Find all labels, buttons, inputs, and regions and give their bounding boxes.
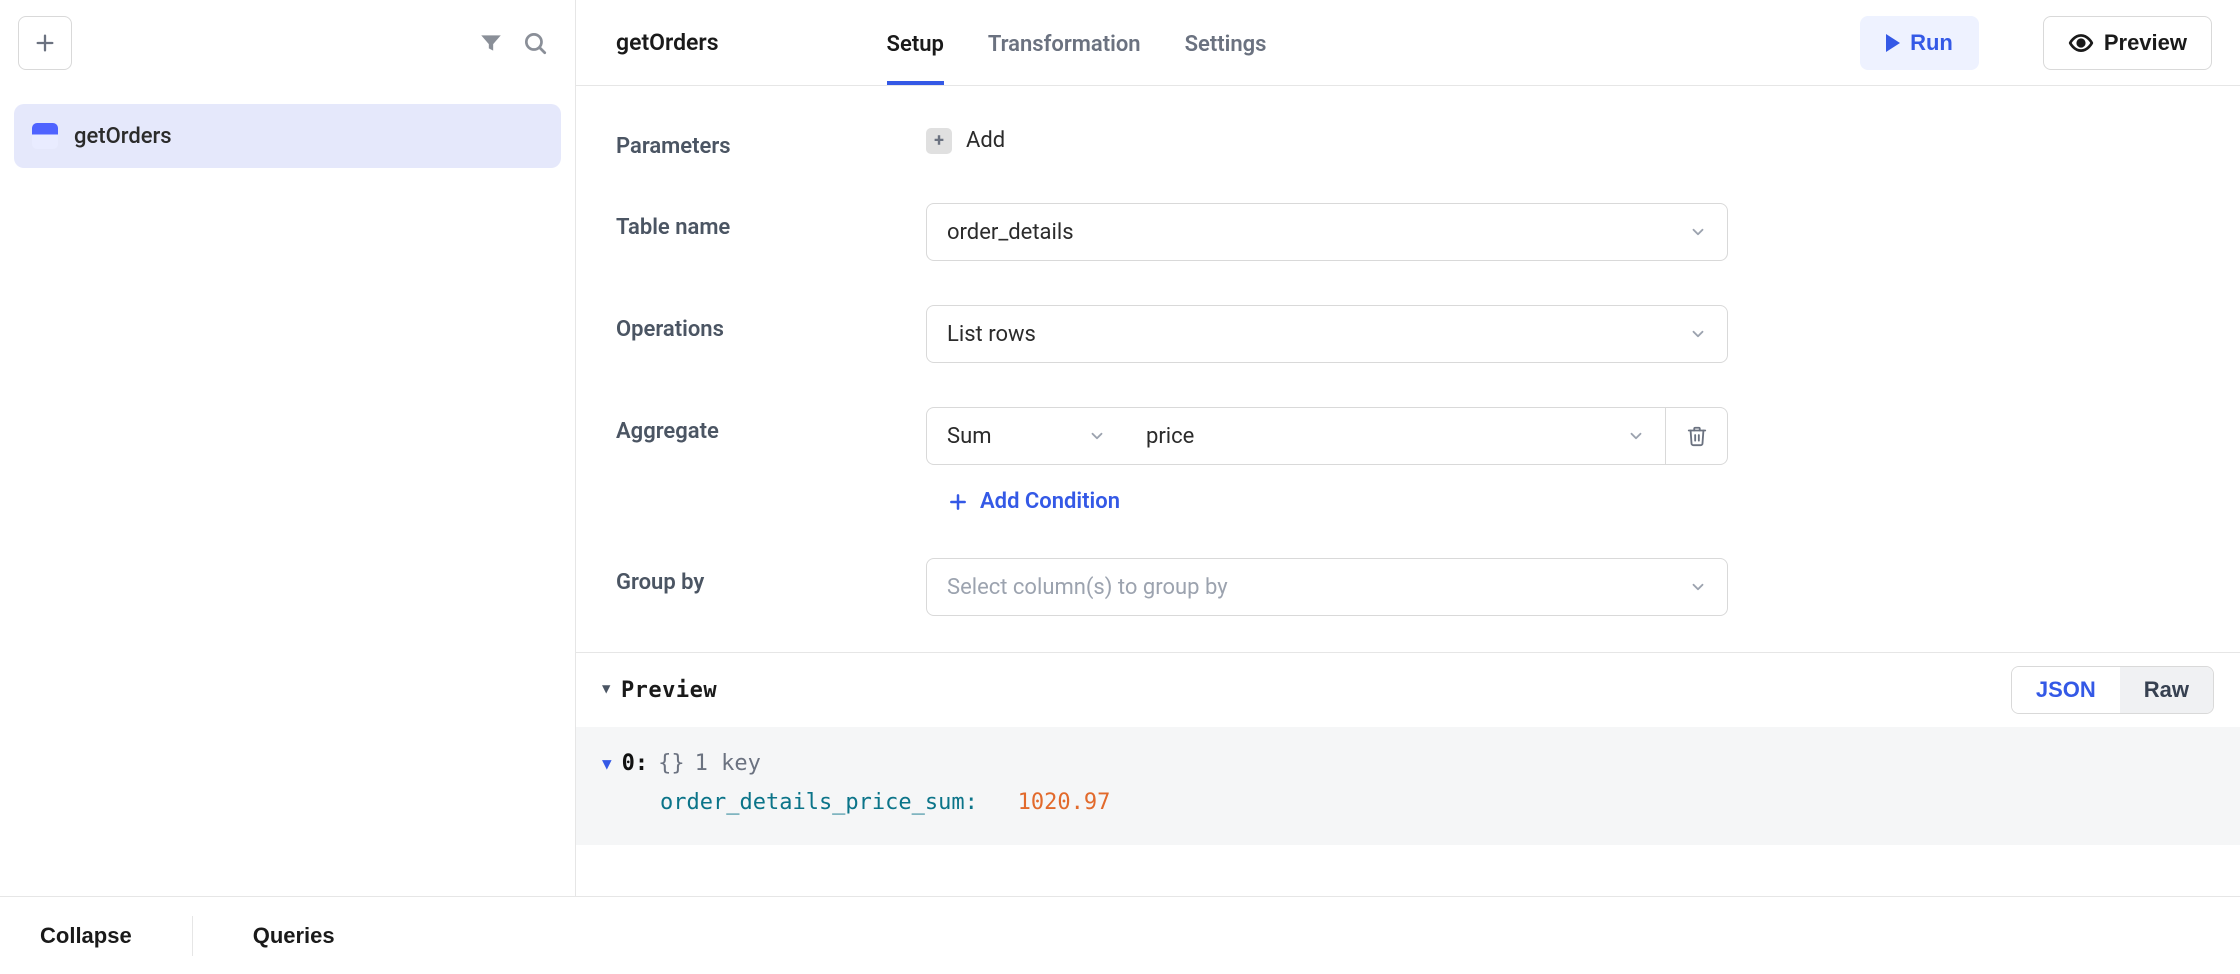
footer: Collapse Queries — [0, 896, 2240, 974]
tabs: Setup Transformation Settings — [887, 0, 1267, 85]
add-parameter-button[interactable]: + Add — [926, 128, 2200, 154]
datasource-icon — [32, 123, 58, 149]
trash-icon — [1686, 425, 1708, 447]
divider — [192, 916, 193, 956]
tab-setup[interactable]: Setup — [887, 0, 944, 85]
eye-icon — [2068, 30, 2094, 56]
aggregate-label: Aggregate — [616, 407, 926, 444]
chevron-down-icon — [1689, 325, 1707, 343]
search-button[interactable] — [513, 21, 557, 65]
add-condition-button[interactable]: Add Condition — [926, 489, 2200, 514]
operations-select[interactable]: List rows — [926, 305, 1728, 363]
preview-collapse-toggle[interactable]: ▼ Preview — [602, 678, 717, 703]
sidebar-item-label: getOrders — [74, 124, 172, 149]
parameters-label: Parameters — [616, 122, 926, 159]
query-title: getOrders — [616, 29, 719, 56]
table-name-select[interactable]: order_details — [926, 203, 1728, 261]
sidebar: getOrders — [0, 0, 576, 896]
preview-body: ▼ 0: {} 1 key order_details_price_sum: 1… — [576, 727, 2240, 845]
chevron-down-icon — [1627, 427, 1645, 445]
chevron-down-icon — [1689, 578, 1707, 596]
search-icon — [522, 30, 548, 56]
table-name-value: order_details — [947, 220, 1074, 245]
preview-format-toggle: JSON Raw — [2011, 666, 2214, 714]
aggregate-function-value: Sum — [947, 424, 991, 449]
delete-aggregate-button[interactable] — [1666, 407, 1728, 465]
json-row[interactable]: ▼ 0: {} 1 key — [602, 751, 2214, 776]
json-index: 0: — [622, 751, 649, 776]
json-key-count: 1 key — [695, 751, 761, 776]
plus-icon — [948, 492, 968, 512]
play-icon — [1886, 34, 1900, 52]
json-key: order_details_price_sum: — [660, 790, 978, 815]
aggregate-column-select[interactable]: price — [1126, 407, 1666, 465]
aggregate-column-value: price — [1146, 424, 1194, 449]
aggregate-function-select[interactable]: Sum — [926, 407, 1126, 465]
preview-header: ▼ Preview JSON Raw — [576, 653, 2240, 727]
preview-label: Preview — [2104, 30, 2187, 56]
query-header: getOrders Setup Transformation Settings … — [576, 0, 2240, 86]
groupby-select[interactable]: Select column(s) to group by — [926, 558, 1728, 616]
chevron-down-icon — [1088, 427, 1106, 445]
filter-icon — [478, 30, 504, 56]
operations-label: Operations — [616, 305, 926, 342]
json-braces: {} — [658, 751, 685, 776]
query-list: getOrders — [0, 86, 575, 186]
sidebar-item-getorders[interactable]: getOrders — [14, 104, 561, 168]
preview-json-button[interactable]: JSON — [2012, 667, 2120, 713]
plus-icon — [34, 32, 56, 54]
collapse-button[interactable]: Collapse — [40, 923, 132, 949]
setup-form: Parameters + Add Table name order_detail… — [576, 86, 2240, 652]
groupby-label: Group by — [616, 558, 926, 595]
plus-icon: + — [926, 128, 952, 154]
json-value: 1020.97 — [1018, 790, 1111, 815]
preview-button[interactable]: Preview — [2043, 16, 2212, 70]
table-name-label: Table name — [616, 203, 926, 240]
run-label: Run — [1910, 30, 1953, 56]
add-parameter-label: Add — [966, 128, 1005, 153]
tab-transformation[interactable]: Transformation — [988, 0, 1141, 85]
json-kv: order_details_price_sum: 1020.97 — [602, 776, 2214, 815]
triangle-down-icon: ▼ — [602, 681, 611, 697]
groupby-placeholder: Select column(s) to group by — [947, 575, 1228, 600]
queries-button[interactable]: Queries — [253, 923, 335, 949]
triangle-down-icon: ▼ — [602, 754, 612, 773]
main: getOrders Setup Transformation Settings … — [576, 0, 2240, 896]
run-button[interactable]: Run — [1860, 16, 1979, 70]
add-condition-label: Add Condition — [980, 489, 1120, 514]
sidebar-toolbar — [0, 0, 575, 86]
aggregate-row: Sum price — [926, 407, 1728, 465]
tab-settings[interactable]: Settings — [1185, 0, 1267, 85]
operations-value: List rows — [947, 322, 1036, 347]
filter-button[interactable] — [469, 21, 513, 65]
add-query-button[interactable] — [18, 16, 72, 70]
chevron-down-icon — [1689, 223, 1707, 241]
preview-raw-button[interactable]: Raw — [2120, 667, 2213, 713]
preview-section: ▼ Preview JSON Raw ▼ 0: {} 1 key — [576, 653, 2240, 845]
preview-title: Preview — [621, 678, 717, 703]
